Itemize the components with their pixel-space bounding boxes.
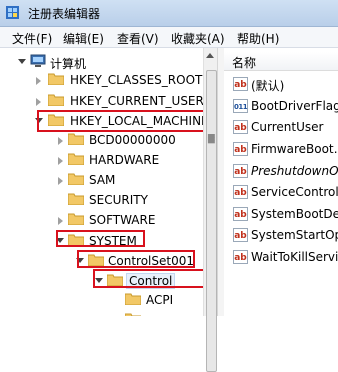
value-name: FirmwareBoot… [251,142,338,156]
tree-item-hkey-current-user[interactable]: HKEY_CURRENT_USER [0,91,204,111]
value-row[interactable]: ab PreshutdownO [224,161,338,182]
folder-icon [48,73,64,85]
values-list[interactable]: 名称 ab (默认) 011 BootDriverFlag ab Current… [224,48,338,316]
tree-label: ACPI [146,293,174,307]
scrollbar-thumb[interactable] [206,70,217,372]
collapse-arrow-icon[interactable] [58,137,63,145]
menu-file[interactable]: 文件(F) [12,30,52,47]
computer-icon [30,54,46,67]
collapse-arrow-icon[interactable] [58,177,63,185]
regedit-app-icon [6,6,19,19]
menu-favorites[interactable]: 收藏夹(A) [171,30,225,47]
string-value-icon: ab [233,164,248,178]
highlight-box-control [93,269,210,288]
value-name: BootDriverFlag [251,99,338,113]
string-value-icon: ab [233,77,248,91]
value-name: ServiceControl… [251,185,338,199]
value-name: (默认) [251,79,285,93]
tree-item-security[interactable]: SECURITY [0,190,200,210]
value-name: SystemBootDe [251,207,338,221]
string-value-icon: ab [233,250,248,264]
value-row[interactable]: ab CurrentUser [224,117,338,138]
value-row[interactable]: ab WaitToKillServi [224,247,338,268]
value-row[interactable]: ab FirmwareBoot… [224,139,338,160]
folder-icon [68,153,84,165]
binary-value-icon: 011 [233,99,248,113]
title-bar: 注册表编辑器 [0,0,338,27]
highlight-box-hklm [37,110,205,132]
tree-item-sam[interactable]: SAM [0,170,200,190]
tree-item-acpi[interactable]: ACPI [0,290,200,310]
folder-icon [68,213,84,225]
value-row[interactable]: 011 BootDriverFlag [224,96,338,117]
collapse-arrow-icon[interactable] [58,157,63,165]
tree-item-computer[interactable]: 计算机 [0,52,200,72]
scroll-grip-icon: ▬ ▬ ▬ [207,131,216,147]
folder-icon [68,173,84,185]
folder-icon [125,293,141,305]
collapse-arrow-icon[interactable] [58,217,63,225]
string-value-icon: ab [233,120,248,134]
menu-edit[interactable]: 编辑(E) [63,30,104,47]
folder-icon [48,94,64,106]
folder-icon [68,133,84,145]
column-header-label: 名称 [232,56,257,70]
highlight-box-controlset [77,250,195,268]
tree-item-hkey-classes-root[interactable]: HKEY_CLASSES_ROOT [0,70,203,90]
value-name: CurrentUser [251,120,324,134]
tree-label: SECURITY [89,193,148,207]
tree-label: HKEY_CURRENT_USER [70,94,204,108]
value-name: WaitToKillServi [251,250,338,264]
string-value-icon: ab [233,142,248,156]
value-row[interactable]: ab (默认) [224,74,338,95]
tree-scrollbar[interactable] [203,48,218,372]
menu-help[interactable]: 帮助(H) [237,30,279,47]
expand-arrow-icon[interactable] [18,59,26,64]
scroll-up-arrow-icon[interactable] [206,53,214,58]
value-name: PreshutdownO [251,164,338,178]
tree-label: HKEY_CLASSES_ROOT [70,73,203,87]
collapse-arrow-icon[interactable] [36,77,41,85]
tree-item-next[interactable] [0,310,200,316]
string-value-icon: ab [233,207,248,221]
value-row[interactable]: ab SystemBootDe [224,204,338,225]
tree-label: BCD00000000 [89,133,176,147]
tree-item-software[interactable]: SOFTWARE [0,210,200,230]
tree-label: SAM [89,173,116,187]
tree-label: SOFTWARE [89,213,156,227]
value-name: SystemStartOp [251,228,338,242]
collapse-arrow-icon[interactable] [36,98,41,106]
string-value-icon: ab [233,185,248,199]
string-value-icon: ab [233,228,248,242]
menu-bar: 文件(F) 编辑(E) 查看(V) 收藏夹(A) 帮助(H) [0,27,338,48]
folder-icon [68,193,84,205]
tree-label: HARDWARE [89,153,160,167]
highlight-box-system [56,230,145,247]
menu-view[interactable]: 查看(V) [117,30,159,47]
tree-item-bcd[interactable]: BCD00000000 [0,130,200,150]
tree-item-hardware[interactable]: HARDWARE [0,150,200,170]
value-row[interactable]: ab ServiceControl… [224,182,338,203]
column-header-name[interactable]: 名称 [224,52,338,71]
window-title: 注册表编辑器 [28,7,101,21]
value-row[interactable]: ab SystemStartOp [224,225,338,246]
